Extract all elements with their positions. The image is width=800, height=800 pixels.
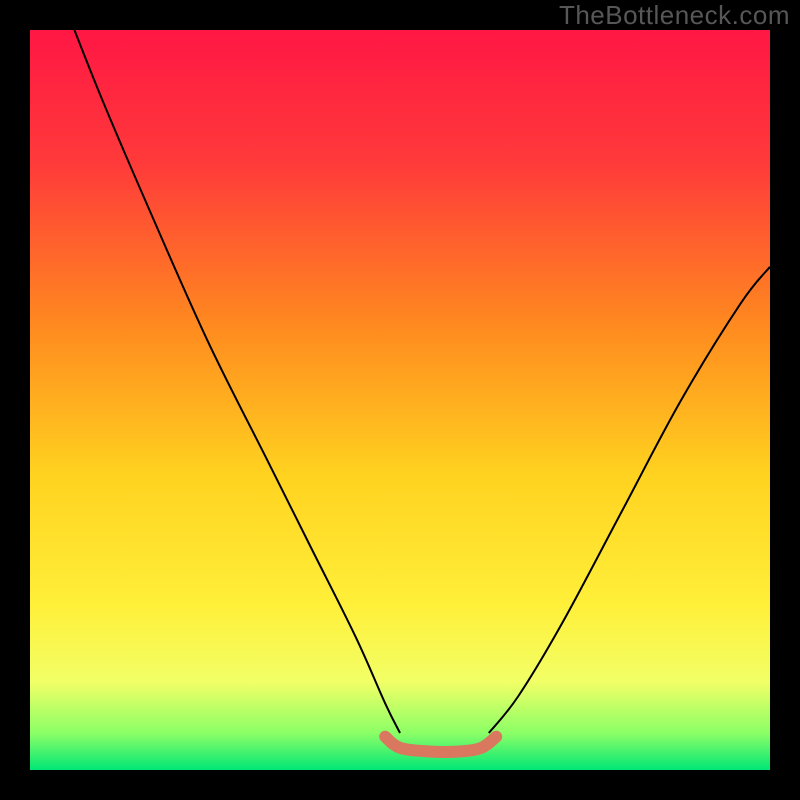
watermark-text: TheBottleneck.com xyxy=(559,0,790,31)
plot-area xyxy=(30,30,770,770)
series-left-curve xyxy=(74,30,400,733)
series-right-curve xyxy=(489,267,770,733)
chart-frame: TheBottleneck.com xyxy=(0,0,800,800)
curve-layer xyxy=(30,30,770,770)
